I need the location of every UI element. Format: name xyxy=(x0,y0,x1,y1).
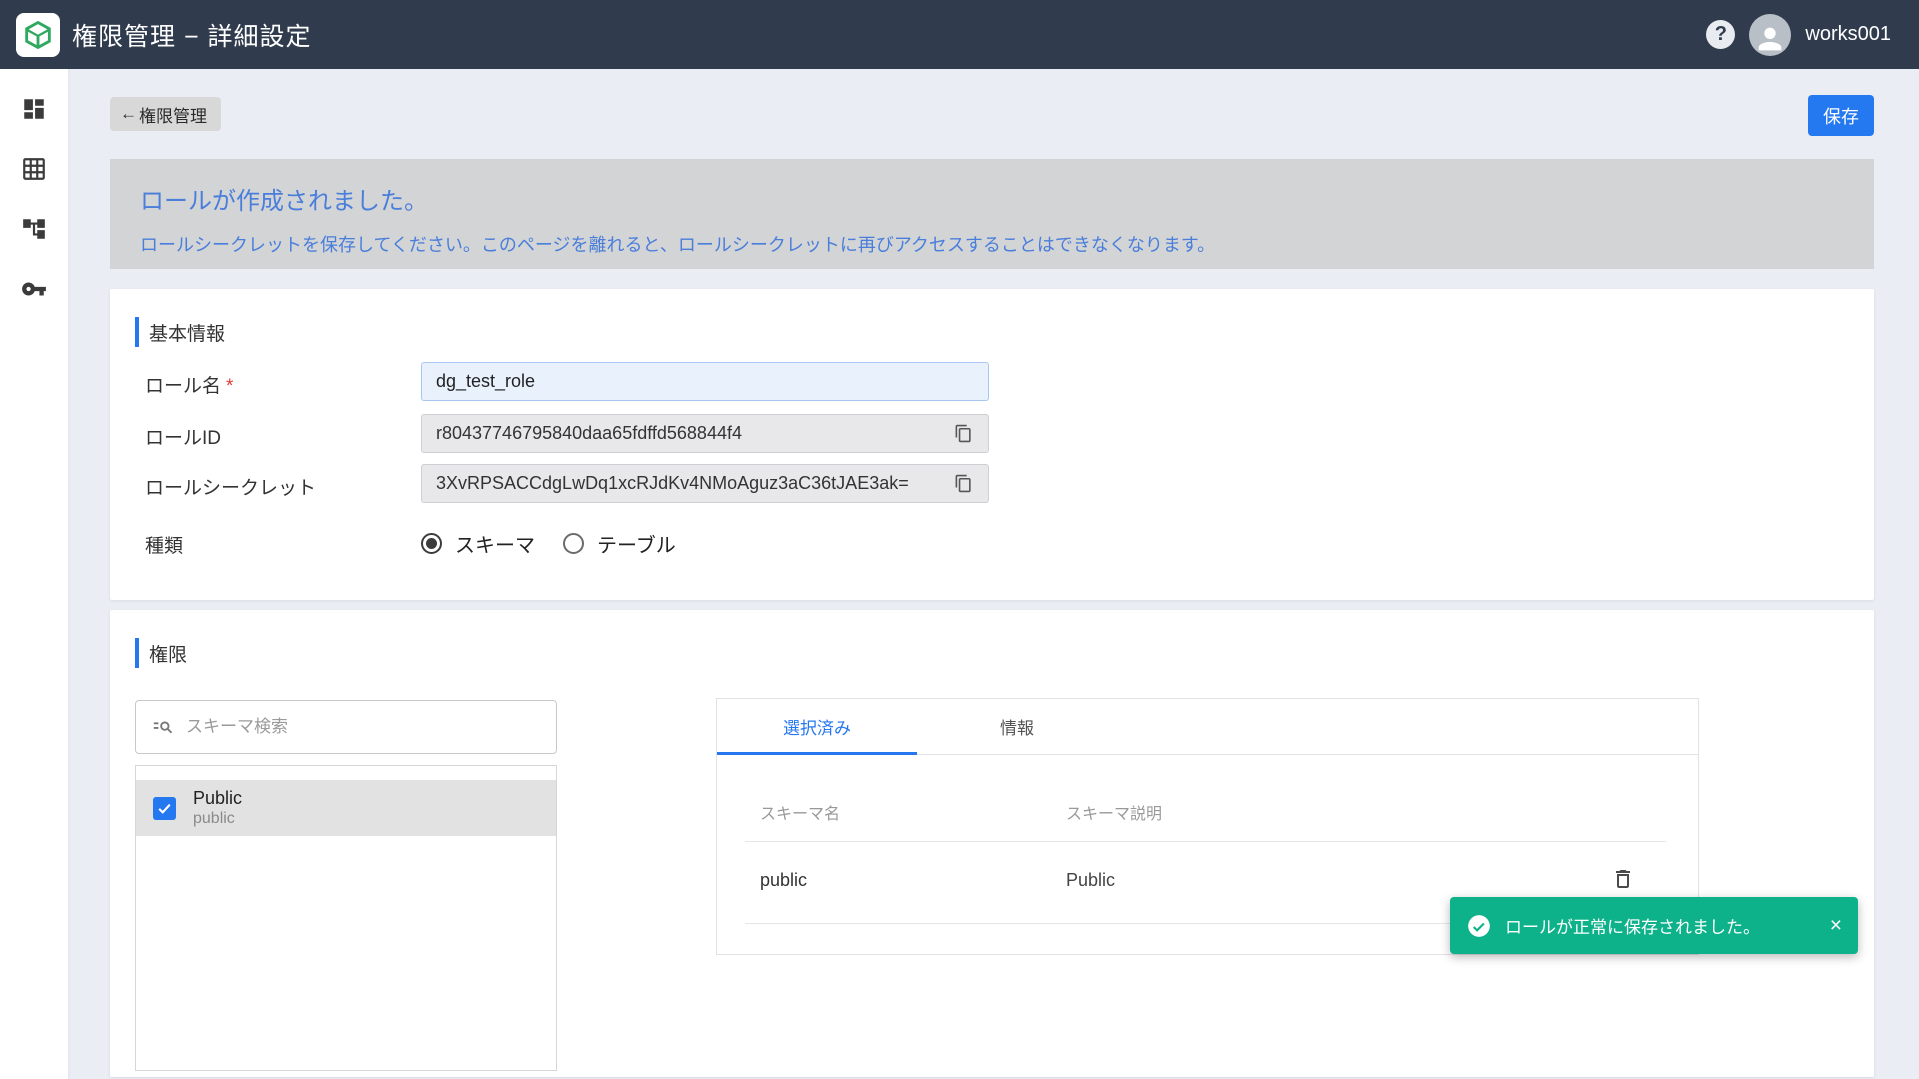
success-check-icon xyxy=(1466,913,1492,939)
schema-item-name: Public xyxy=(193,787,242,810)
radio-option-schema[interactable]: スキーマ xyxy=(421,529,535,558)
delete-row-button[interactable] xyxy=(1606,862,1640,896)
tab-info[interactable]: 情報 xyxy=(917,699,1117,754)
dashboard-icon[interactable] xyxy=(20,95,48,123)
role-id-input[interactable] xyxy=(421,414,989,453)
basic-info-card: 基本情報 ロール名* ロールID ロールシークレット 種類 スキーマ テーブル xyxy=(110,289,1874,600)
search-icon xyxy=(152,716,174,738)
section-accent-bar xyxy=(135,638,139,668)
alert-title: ロールが作成されました。 xyxy=(140,181,1844,216)
radio-option-schema-label: スキーマ xyxy=(455,529,535,558)
schema-list: Public public xyxy=(135,765,557,1071)
checkbox-checked-icon[interactable] xyxy=(153,797,176,820)
back-arrow-icon: ← xyxy=(120,104,137,124)
radio-unselected-icon[interactable] xyxy=(563,533,584,554)
radio-option-table-label: テーブル xyxy=(597,529,676,558)
key-icon[interactable] xyxy=(20,275,48,303)
copy-role-secret-button[interactable] xyxy=(946,468,980,499)
role-secret-input[interactable] xyxy=(421,464,989,503)
table-cell-schema-name: public xyxy=(760,870,807,891)
app-logo-icon xyxy=(16,13,60,57)
role-id-label: ロールID xyxy=(145,423,221,450)
column-header-schema-name: スキーマ名 xyxy=(760,800,840,824)
role-created-alert: ロールが作成されました。 ロールシークレットを保存してください。このページを離れ… xyxy=(110,159,1874,269)
table-divider xyxy=(745,841,1666,842)
permissions-card: 権限 Public public 選択済み 情報 xyxy=(110,610,1874,1077)
trash-icon xyxy=(1611,867,1635,891)
back-button[interactable]: ← 権限管理 xyxy=(110,97,221,131)
basic-info-section-title: 基本情報 xyxy=(149,319,225,346)
schema-search-box xyxy=(135,700,557,754)
toast-message: ロールが正常に保存されました。 xyxy=(1505,913,1817,938)
help-icon[interactable]: ? xyxy=(1706,20,1735,49)
schema-item-id: public xyxy=(193,809,242,829)
schema-item-texts: Public public xyxy=(193,787,242,830)
tab-selected[interactable]: 選択済み xyxy=(717,699,917,754)
save-button[interactable]: 保存 xyxy=(1808,95,1874,136)
avatar[interactable] xyxy=(1749,14,1791,56)
role-name-input[interactable] xyxy=(421,362,989,401)
permissions-section-title: 権限 xyxy=(149,640,187,667)
radio-selected-icon[interactable] xyxy=(421,533,442,554)
back-button-label: 権限管理 xyxy=(139,102,207,127)
copy-icon xyxy=(954,424,973,443)
table-cell-schema-description: Public xyxy=(1066,870,1115,891)
success-toast: ロールが正常に保存されました。 × xyxy=(1450,897,1858,954)
username-label: works001 xyxy=(1805,23,1891,46)
permissions-section-header: 権限 xyxy=(135,638,187,668)
alert-body: ロールシークレットを保存してください。このページを離れると、ロールシークレットに… xyxy=(140,231,1844,257)
column-header-schema-description: スキーマ説明 xyxy=(1066,800,1162,824)
basic-info-section-header: 基本情報 xyxy=(135,317,225,347)
copy-icon xyxy=(954,474,973,493)
toast-close-button[interactable]: × xyxy=(1830,915,1842,936)
page-title: 権限管理 − 詳細設定 xyxy=(72,17,312,53)
person-icon xyxy=(1753,22,1787,56)
copy-role-id-button[interactable] xyxy=(946,418,980,449)
table-grid-icon[interactable] xyxy=(20,155,48,183)
type-label: 種類 xyxy=(145,531,183,558)
cube-logo-glyph xyxy=(21,18,55,52)
schema-list-item-public[interactable]: Public public xyxy=(136,780,556,836)
role-secret-label: ロールシークレット xyxy=(145,473,316,500)
type-radio-group: スキーマ テーブル xyxy=(421,529,676,558)
topbar: 権限管理 − 詳細設定 ? works001 xyxy=(0,0,1919,69)
sidebar xyxy=(0,69,68,1079)
panel-tabs: 選択済み 情報 xyxy=(717,699,1698,755)
topbar-right: ? works001 xyxy=(1706,14,1891,56)
required-mark: * xyxy=(226,376,233,397)
role-name-label: ロール名* xyxy=(145,371,233,398)
schema-search-input[interactable] xyxy=(186,717,540,737)
schema-tree-icon[interactable] xyxy=(20,215,48,243)
radio-option-table[interactable]: テーブル xyxy=(563,529,676,558)
section-accent-bar xyxy=(135,317,139,347)
